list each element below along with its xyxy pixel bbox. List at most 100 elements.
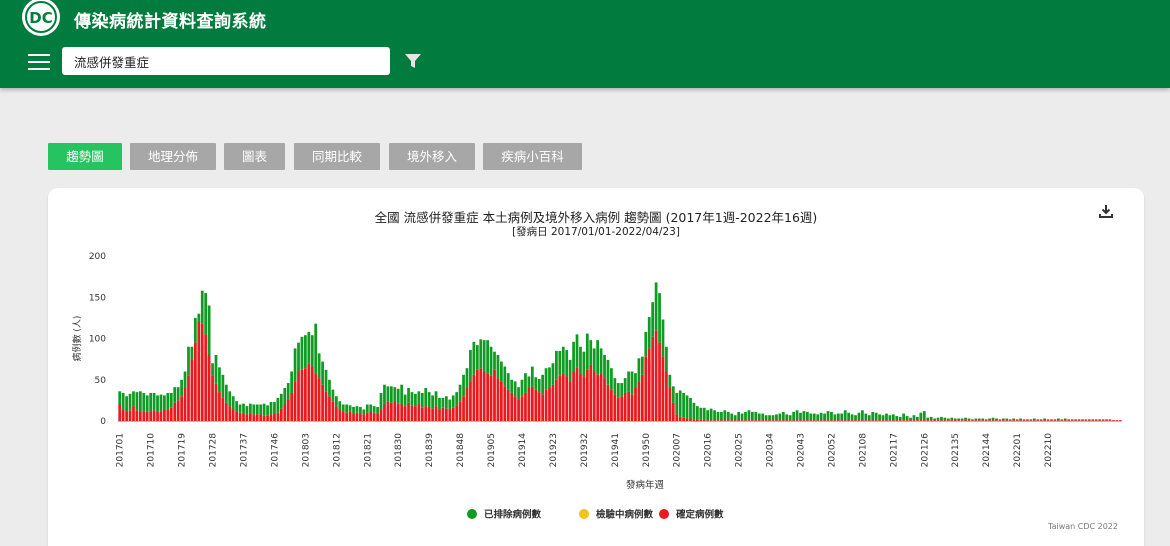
confirmed-bar xyxy=(1053,420,1057,421)
excluded-bar xyxy=(840,413,844,421)
confirmed-bar xyxy=(1105,420,1108,421)
confirmed-bar xyxy=(359,413,362,421)
confirmed-bar xyxy=(1112,420,1115,421)
tab-geo-distribution[interactable]: 地理分佈 xyxy=(130,143,216,170)
confirmed-bar xyxy=(1012,420,1016,421)
excluded-bar xyxy=(434,391,438,407)
excluded-bar xyxy=(929,416,933,421)
confirmed-bar xyxy=(867,420,871,421)
excluded-bar xyxy=(307,331,311,364)
confirmed-bar xyxy=(603,378,606,421)
excluded-bar xyxy=(334,396,338,407)
excluded-bar xyxy=(125,396,128,412)
tab-imported[interactable]: 境外移入 xyxy=(389,143,475,170)
excluded-bar xyxy=(620,383,624,397)
excluded-bar xyxy=(957,418,961,421)
confirmed-bar xyxy=(647,348,651,421)
excluded-bar xyxy=(644,331,648,357)
x-tick-label: 201812 xyxy=(332,433,342,467)
confirmed-bar xyxy=(548,388,551,421)
confirmed-bar xyxy=(163,409,166,421)
excluded-bar xyxy=(867,415,871,421)
confirmed-bar xyxy=(500,381,503,421)
confirmed-bar xyxy=(455,405,459,421)
hamburger-menu-icon[interactable] xyxy=(28,54,50,70)
confirmed-bar xyxy=(207,355,211,421)
confirmed-bar xyxy=(850,420,854,421)
excluded-bar xyxy=(757,413,761,421)
confirmed-bar xyxy=(235,411,238,421)
excluded-bar xyxy=(331,389,335,402)
excluded-bar xyxy=(781,411,785,421)
confirmed-bar xyxy=(551,384,555,421)
excluded-bar xyxy=(946,418,950,421)
confirmed-bar xyxy=(331,401,335,421)
excluded-bar xyxy=(1077,419,1081,421)
cdc-logo-icon[interactable]: DC xyxy=(20,0,62,38)
excluded-bar xyxy=(675,392,679,415)
confirmed-bar xyxy=(922,420,926,421)
tab-trend[interactable]: 趨勢圖 xyxy=(48,143,122,170)
x-tick-label: 201728 xyxy=(209,433,219,468)
confirmed-bar xyxy=(338,409,342,421)
excluded-bar xyxy=(300,336,304,370)
confirmed-bar xyxy=(389,402,393,421)
confirmed-bar xyxy=(493,369,496,421)
confirmed-bar xyxy=(1019,420,1022,421)
confirmed-bar xyxy=(510,392,514,421)
excluded-bar xyxy=(238,404,242,413)
excluded-bar xyxy=(682,392,685,418)
excluded-bar xyxy=(1094,419,1098,421)
excluded-bar xyxy=(396,388,400,404)
confirmed-bar xyxy=(379,409,383,421)
excluded-bar xyxy=(981,418,985,421)
confirmed-bar xyxy=(613,394,617,421)
x-tick-label: 201923 xyxy=(549,433,559,467)
confirmed-bar xyxy=(273,413,276,421)
confirmed-bar xyxy=(121,409,125,421)
x-tick-label: 202052 xyxy=(827,433,837,467)
confirmed-bar xyxy=(579,373,582,421)
excluded-bar xyxy=(352,406,355,414)
excluded-bar xyxy=(224,384,228,403)
excluded-bar xyxy=(149,392,153,412)
confirmed-bar xyxy=(314,373,318,421)
confirmed-bar xyxy=(905,420,909,421)
confirmed-bar xyxy=(764,420,768,421)
confirmed-bar xyxy=(823,420,826,421)
excluded-bar xyxy=(1053,419,1057,421)
confirmed-bar xyxy=(792,420,796,421)
confirmed-bar xyxy=(843,420,847,421)
tab-table[interactable]: 圖表 xyxy=(224,143,285,170)
x-tick-label: 202043 xyxy=(797,433,807,467)
disease-search-input[interactable] xyxy=(62,47,390,75)
excluded-bar xyxy=(689,397,692,419)
x-tick-label: 202016 xyxy=(704,433,714,468)
confirmed-bar xyxy=(279,408,283,421)
excluded-bar xyxy=(630,371,634,395)
confirmed-bar xyxy=(513,396,517,421)
confirmed-bar xyxy=(132,406,135,421)
tab-disease-encyclopedia[interactable]: 疾病小百科 xyxy=(483,143,582,170)
confirmed-bar xyxy=(352,413,355,421)
excluded-bar xyxy=(585,333,589,370)
excluded-bar xyxy=(183,371,187,388)
filter-icon[interactable] xyxy=(404,53,422,69)
tab-period-compare[interactable]: 同期比較 xyxy=(294,143,380,170)
excluded-bar xyxy=(610,368,613,390)
confirmed-bar xyxy=(427,406,431,421)
confirmed-bar xyxy=(678,416,682,421)
confirmed-bar xyxy=(441,407,445,421)
confirmed-bar xyxy=(909,420,912,421)
x-tick-label: 201905 xyxy=(487,433,497,467)
confirmed-bar xyxy=(228,406,232,421)
excluded-bar xyxy=(991,417,995,421)
confirmed-bar xyxy=(434,406,438,421)
confirmed-bar xyxy=(1067,420,1071,421)
confirmed-bar xyxy=(998,420,1002,421)
confirmed-bar xyxy=(321,384,324,421)
excluded-bar xyxy=(709,408,713,421)
confirmed-bar xyxy=(720,420,723,421)
excluded-bar xyxy=(775,414,778,421)
excluded-bar xyxy=(266,405,269,416)
